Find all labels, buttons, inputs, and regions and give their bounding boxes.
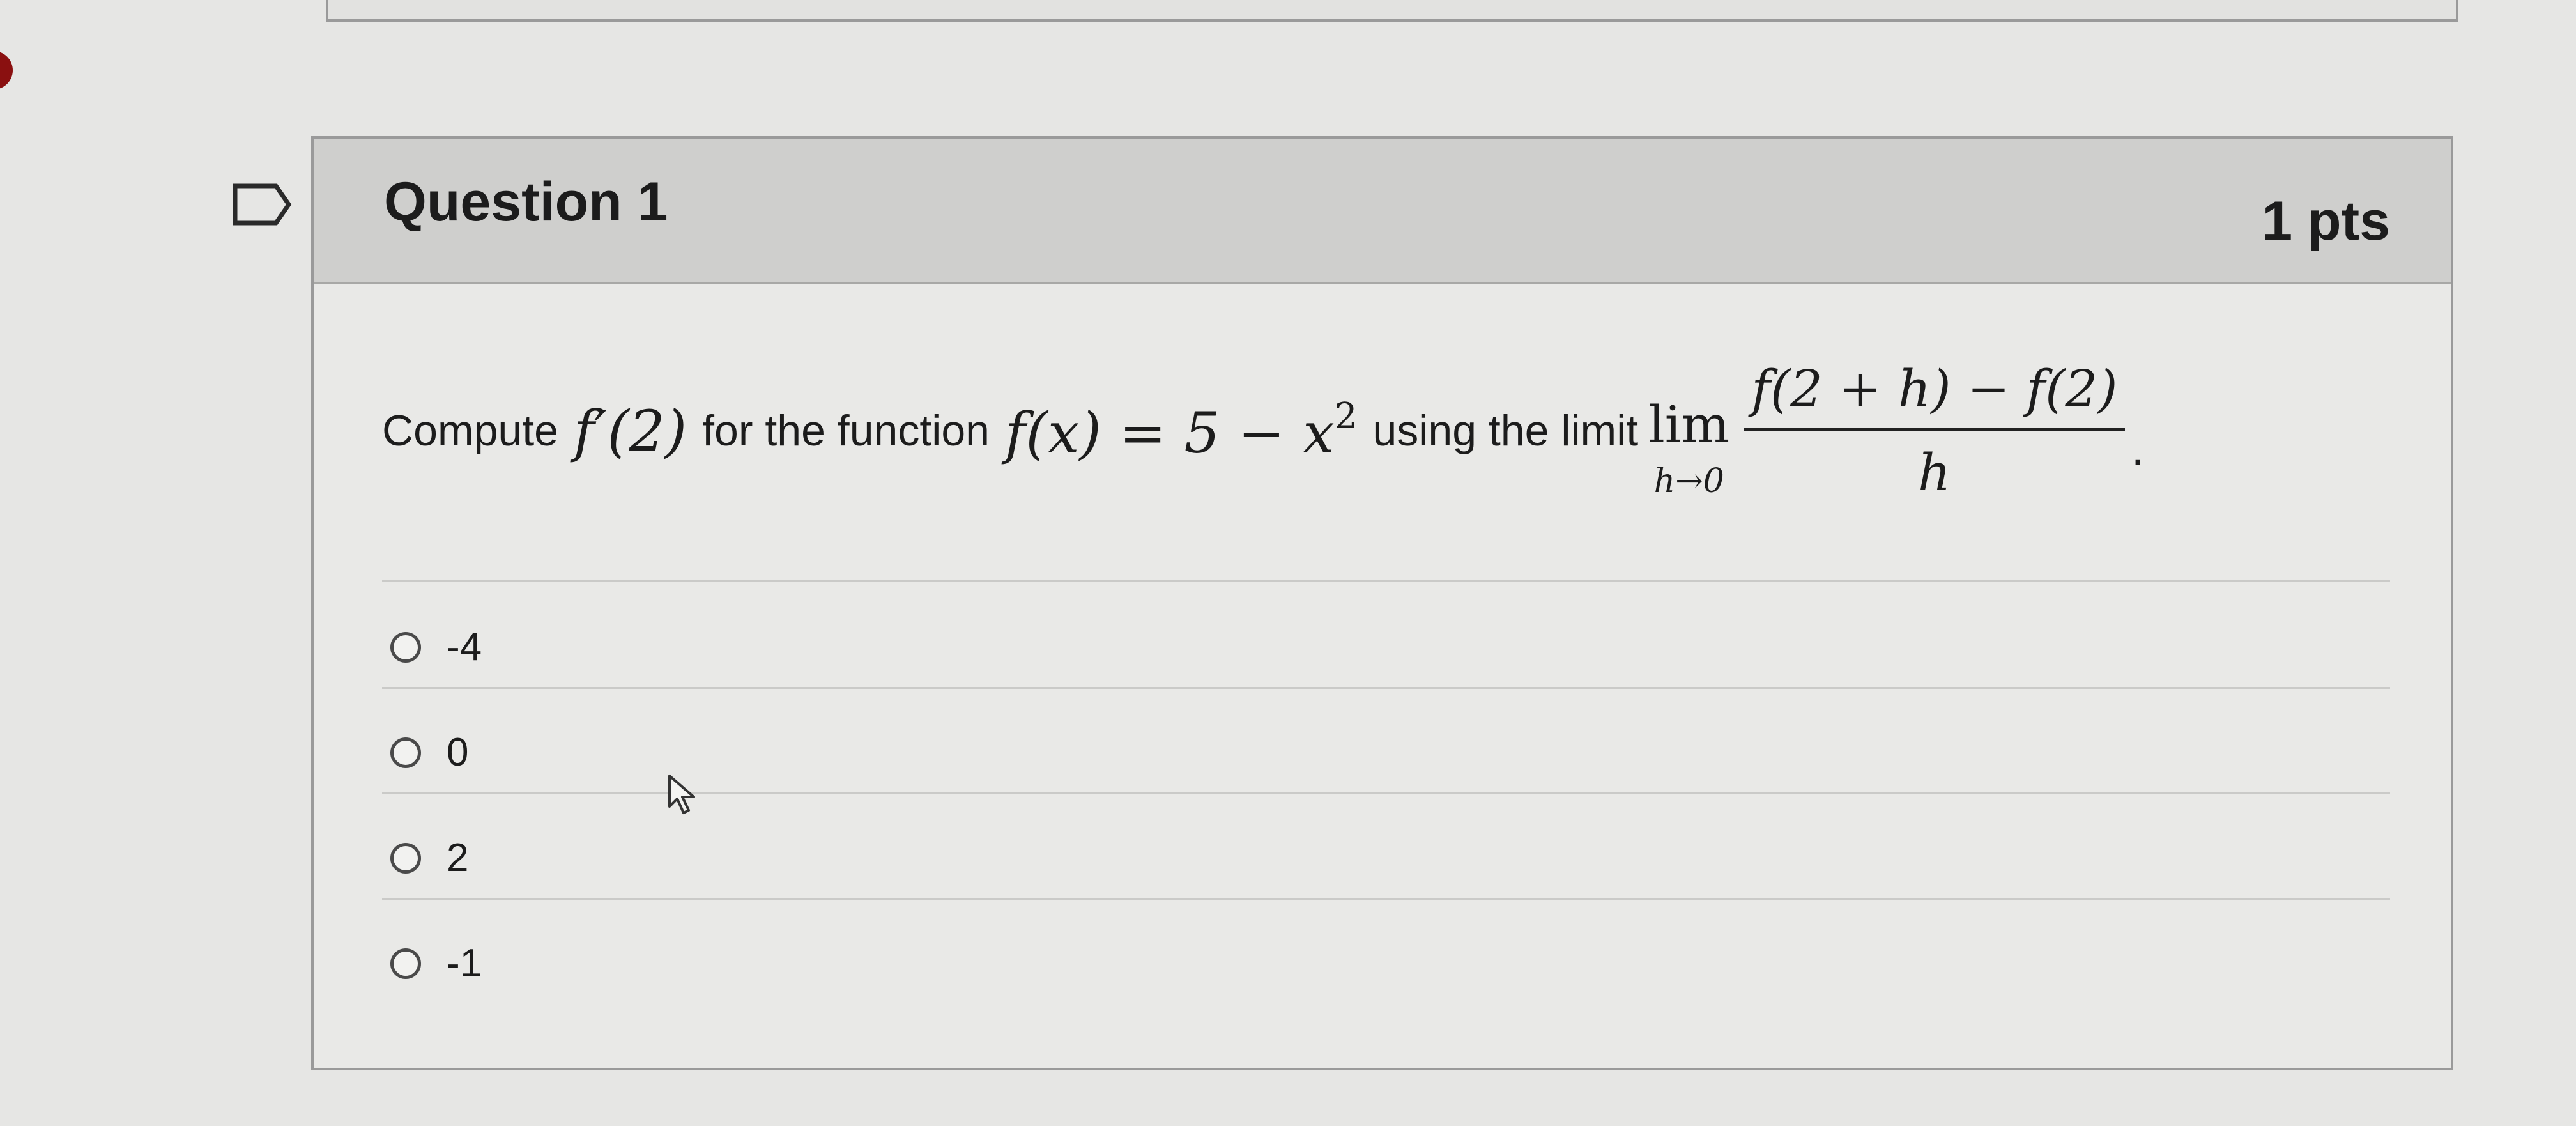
flag-question-icon[interactable]: [231, 182, 293, 227]
option-label: 0: [447, 730, 469, 775]
answer-option[interactable]: -1: [390, 941, 482, 986]
limit-word: lim: [1648, 395, 1730, 454]
prompt-period: .: [2131, 426, 2144, 474]
derivative-expression: f′(2): [573, 397, 687, 464]
question-prompt: Compute f′(2) for the function f(x) = 5 …: [382, 359, 2143, 502]
radio-button[interactable]: [390, 737, 421, 768]
prompt-intro: Compute: [382, 406, 558, 455]
question-header: Question 1 1 pts: [314, 139, 2451, 284]
divider: [382, 898, 2390, 900]
difference-quotient: f(2 + h) − f(2) h: [1744, 359, 2126, 502]
divider: [382, 687, 2390, 689]
question-title: Question 1: [384, 171, 668, 233]
radio-button[interactable]: [390, 631, 421, 663]
option-label: -1: [447, 941, 482, 985]
limit-operator: lim h→0: [1648, 395, 1730, 501]
radio-button[interactable]: [390, 842, 421, 874]
option-label: 2: [447, 836, 469, 880]
edge-marker: [0, 51, 13, 89]
radio-button[interactable]: [390, 948, 421, 979]
question-card: Question 1 1 pts Compute f′(2) for the f…: [311, 136, 2453, 1070]
function-base: f(x) = 5 − x: [1004, 400, 1335, 466]
mouse-pointer-icon: [668, 775, 695, 814]
top-panel: [326, 0, 2458, 22]
limit-subscript: h→0: [1653, 462, 1724, 500]
fraction-numerator: f(2 + h) − f(2): [1744, 359, 2126, 431]
prompt-mid: for the function: [702, 406, 990, 455]
answer-option[interactable]: -4: [390, 624, 482, 670]
answer-option[interactable]: 2: [390, 835, 468, 881]
function-expression: f(x) = 5 − x2: [1005, 396, 1357, 466]
option-label: -4: [447, 625, 482, 669]
question-points: 1 pts: [2262, 190, 2390, 252]
fraction-denominator: h: [1918, 443, 1951, 502]
prompt-using: using the limit: [1372, 406, 1639, 455]
function-exponent: 2: [1334, 396, 1358, 437]
divider: [382, 580, 2390, 582]
answer-option[interactable]: 0: [390, 730, 468, 775]
